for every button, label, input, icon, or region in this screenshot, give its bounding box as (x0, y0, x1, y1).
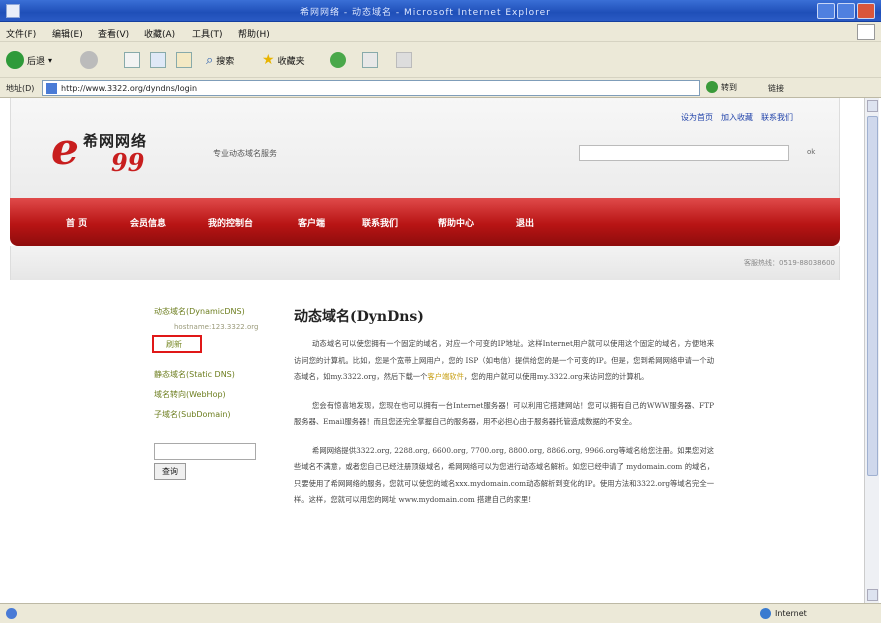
menu-help[interactable]: 帮助(H) (238, 27, 270, 40)
article-paragraph-1: 动态域名可以使您拥有一个固定的域名，对应一个可变的IP地址。这样Internet… (294, 336, 714, 386)
contact-link[interactable]: 联系我们 (761, 112, 793, 123)
back-label: 后退 (27, 56, 46, 67)
stop-button[interactable] (124, 50, 140, 70)
top-links: 设为首页 加入收藏 联系我们 (681, 112, 793, 123)
url-text: http://www.3322.org/dyndns/login (61, 84, 198, 93)
refresh-highlight: 刷新 (152, 335, 202, 353)
chevron-down-icon: ▾ (48, 55, 53, 65)
set-homepage-link[interactable]: 设为首页 (681, 112, 713, 123)
close-icon[interactable] (857, 3, 875, 19)
media-icon (330, 52, 346, 68)
url-input[interactable]: http://www.3322.org/dyndns/login (42, 80, 700, 96)
maximize-icon[interactable] (837, 3, 855, 19)
nav-logout[interactable]: 退出 (516, 216, 534, 229)
go-button[interactable]: 转到 (706, 81, 737, 93)
scroll-down-icon[interactable] (867, 589, 878, 601)
star-icon: ★ (262, 52, 275, 68)
client-software-link[interactable]: 客户端软件 (427, 372, 463, 381)
sidebar-item-static-dns[interactable]: 静态域名(Static DNS) (154, 369, 235, 380)
favorites-label: 收藏夹 (277, 56, 305, 67)
query-button[interactable]: 查询 (154, 463, 186, 480)
refresh-link[interactable]: 刷新 (166, 339, 182, 350)
favorites-button[interactable]: ★ 收藏夹 (262, 50, 305, 70)
print-button[interactable] (396, 50, 412, 70)
home-button[interactable] (176, 50, 192, 70)
security-zone: Internet (760, 608, 807, 619)
menu-favorites[interactable]: 收藏(A) (144, 27, 175, 40)
nav-home[interactable]: 首 页 (66, 216, 87, 229)
menu-edit[interactable]: 编辑(E) (52, 27, 83, 40)
media-button[interactable] (330, 50, 346, 70)
forward-arrow-icon (80, 51, 98, 69)
home-icon (176, 52, 192, 68)
add-favorite-link[interactable]: 加入收藏 (721, 112, 753, 123)
site-search-input[interactable] (579, 145, 789, 161)
scroll-thumb[interactable] (867, 116, 878, 476)
refresh-button[interactable] (150, 50, 166, 70)
main-article: 动态域名(DynDns) 动态域名可以使您拥有一个固定的域名，对应一个可变的IP… (294, 306, 714, 521)
article-paragraph-2: 您会有惊喜地发现，您现在也可以拥有一台Internet服务器！可以利用它搭建网站… (294, 400, 714, 427)
address-label: 地址(D) (6, 84, 35, 93)
site-search-button[interactable]: ok (807, 148, 815, 156)
page-viewport: e 希网网络 99 专业动态域名服务 设为首页 加入收藏 联系我们 ok 首 页… (2, 98, 864, 603)
main-nav: 首 页 会员信息 我的控制台 客户端 联系我们 帮助中心 退出 (10, 198, 840, 246)
go-label: 转到 (721, 82, 737, 92)
browser-toolbar: 后退 ▾ ⌕ 搜索 ★ 收藏夹 (0, 42, 881, 78)
status-bar: Internet (0, 603, 881, 623)
page-icon (46, 83, 57, 94)
sidebar-hostname: hostname:123.3322.org (174, 323, 259, 331)
logo-e-mark: e (51, 124, 79, 175)
go-arrow-icon (706, 81, 718, 93)
window-title: 希网网络 - 动态域名 - Microsoft Internet Explore… (300, 8, 551, 18)
sidebar-item-subdomain[interactable]: 子域名(SubDomain) (154, 409, 231, 420)
nav-contact[interactable]: 联系我们 (362, 216, 398, 229)
site-header: e 希网网络 99 专业动态域名服务 设为首页 加入收藏 联系我们 ok (10, 98, 840, 198)
article-paragraph-1-tail: ，您的用户就可以使用my.3322.org来访问您的计算机。 (463, 372, 649, 381)
menu-view[interactable]: 查看(V) (98, 27, 129, 40)
search-button[interactable]: ⌕ 搜索 (206, 50, 234, 70)
ie-icon (6, 4, 20, 18)
article-title: 动态域名(DynDns) (294, 309, 424, 325)
sidebar-item-webhop[interactable]: 域名转向(WebHop) (154, 389, 226, 400)
logo-number: 99 (111, 148, 145, 177)
menu-tools[interactable]: 工具(T) (192, 27, 223, 40)
mail-icon (362, 52, 378, 68)
sub-band: 客服热线：0519-88038600 (10, 246, 840, 280)
windows-logo-icon (857, 24, 875, 40)
back-arrow-icon (6, 51, 24, 69)
forward-button[interactable] (80, 50, 98, 70)
globe-icon (760, 608, 771, 619)
window-titlebar: 希网网络 - 动态域名 - Microsoft Internet Explore… (0, 0, 881, 22)
menu-bar: 文件(F) 编辑(E) 查看(V) 收藏(A) 工具(T) 帮助(H) (0, 22, 881, 42)
address-bar: 地址(D) http://www.3322.org/dyndns/login 转… (0, 78, 881, 98)
print-icon (396, 52, 412, 68)
window-controls (817, 3, 875, 19)
refresh-icon (150, 52, 166, 68)
menu-file[interactable]: 文件(F) (6, 27, 36, 40)
vertical-scrollbar[interactable] (864, 98, 879, 603)
domain-query-input[interactable] (154, 443, 256, 460)
mail-button[interactable] (362, 50, 378, 70)
nav-help-center[interactable]: 帮助中心 (438, 216, 474, 229)
article-paragraph-3: 希网网络提供3322.org, 2288.org, 6600.org, 7700… (294, 445, 714, 505)
zone-label: Internet (775, 609, 807, 618)
search-label: 搜索 (216, 56, 235, 67)
hotline-text: 客服热线：0519-88038600 (744, 259, 835, 267)
scroll-up-icon[interactable] (867, 100, 878, 112)
sidebar-item-dynamic-dns[interactable]: 动态域名(DynamicDNS) (154, 306, 245, 317)
back-button[interactable]: 后退 ▾ (6, 50, 52, 70)
site-logo[interactable]: e 希网网络 99 (51, 124, 191, 178)
nav-member-info[interactable]: 会员信息 (130, 216, 166, 229)
minimize-icon[interactable] (817, 3, 835, 19)
site-tagline: 专业动态域名服务 (213, 149, 277, 158)
search-icon: ⌕ (206, 52, 214, 68)
stop-icon (124, 52, 140, 68)
links-button[interactable]: 链接 (768, 83, 784, 94)
done-icon (6, 608, 17, 619)
nav-client[interactable]: 客户端 (298, 216, 325, 229)
nav-control-panel[interactable]: 我的控制台 (208, 216, 253, 229)
